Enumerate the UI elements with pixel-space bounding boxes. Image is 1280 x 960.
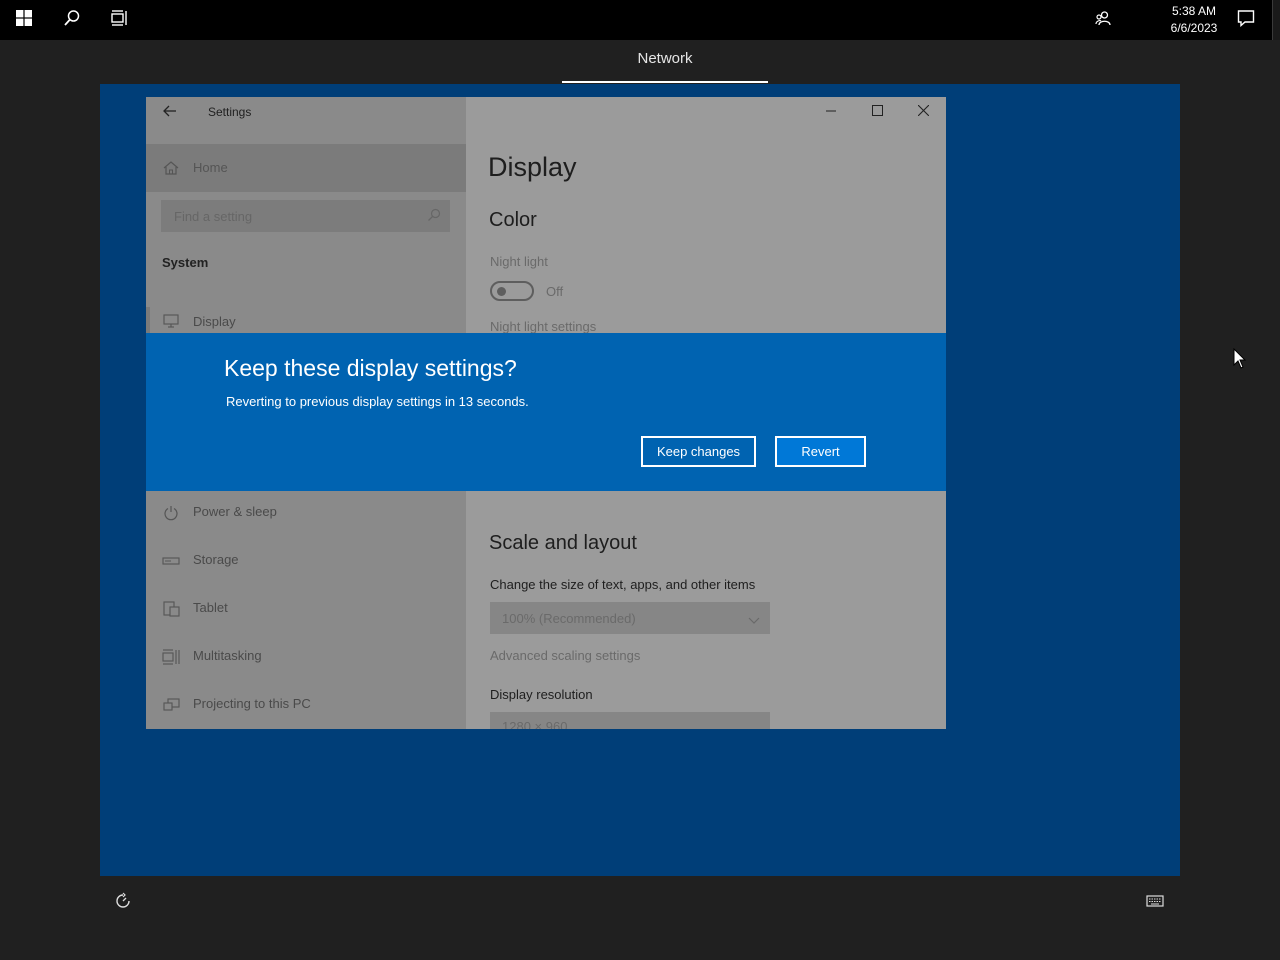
action-center-icon <box>1237 9 1255 32</box>
back-arrow-icon <box>163 104 177 122</box>
home-icon <box>163 161 179 180</box>
multitasking-icon <box>161 647 181 667</box>
minimize-button[interactable] <box>808 97 854 127</box>
selection-indicator <box>146 307 150 333</box>
start-button[interactable] <box>0 0 48 40</box>
search-icon <box>427 208 441 227</box>
task-view-icon <box>111 9 129 31</box>
ease-of-access-icon <box>114 892 132 914</box>
sidebar-item-label: Power & sleep <box>193 504 277 519</box>
back-button[interactable] <box>156 101 184 125</box>
sidebar-section-title: System <box>162 255 209 270</box>
resolution-label: Display resolution <box>490 687 593 702</box>
toggle-knob <box>497 287 506 296</box>
sidebar-item-label: Display <box>193 314 236 329</box>
night-light-settings-link[interactable]: Night light settings <box>490 319 596 333</box>
color-heading: Color <box>489 209 537 231</box>
clock-date: 6/6/2023 <box>1170 21 1218 35</box>
sidebar-item-multitasking[interactable]: Multitasking <box>146 633 466 681</box>
sidebar-item-home[interactable]: Home <box>146 144 466 192</box>
sidebar-item-tablet[interactable]: Tablet <box>146 585 466 633</box>
clock[interactable]: 5:38 AM 6/6/2023 <box>1158 3 1230 37</box>
search-button[interactable] <box>48 0 96 40</box>
keep-changes-button[interactable]: Keep changes <box>641 436 756 467</box>
sidebar-item-label: Projecting to this PC <box>193 696 311 711</box>
monitor-icon <box>161 311 181 331</box>
window-title: Settings <box>208 105 252 119</box>
projecting-icon <box>161 695 181 715</box>
maximize-icon <box>871 103 883 121</box>
task-view-button[interactable] <box>96 0 144 40</box>
page-title: Display <box>488 152 577 182</box>
revert-button[interactable]: Revert <box>775 436 866 467</box>
sidebar-item-label: Home <box>193 160 228 175</box>
action-center-button[interactable] <box>1222 0 1270 40</box>
ease-of-access-button[interactable] <box>114 892 134 912</box>
dialog-message: Reverting to previous display settings i… <box>226 394 529 409</box>
maximize-button[interactable] <box>854 97 900 127</box>
search-input[interactable]: Find a setting <box>161 200 450 232</box>
close-icon <box>917 103 929 121</box>
close-button[interactable] <box>900 97 946 127</box>
app-title-underline <box>562 81 768 83</box>
tablet-icon <box>161 599 181 619</box>
chevron-down-icon <box>748 612 760 630</box>
on-screen-keyboard-button[interactable] <box>1146 894 1166 908</box>
scale-label: Change the size of text, apps, and other… <box>490 577 756 592</box>
people-icon <box>1095 10 1111 31</box>
minimize-icon <box>826 103 836 121</box>
top-system-bar: 5:38 AM 6/6/2023 <box>0 0 1272 40</box>
mouse-cursor-icon <box>1233 347 1247 375</box>
advanced-scaling-link[interactable]: Advanced scaling settings <box>490 648 640 663</box>
keyboard-icon <box>1146 894 1164 911</box>
scrollbar-edge <box>1272 0 1280 40</box>
storage-icon <box>161 551 181 571</box>
windows-logo-icon <box>16 9 32 31</box>
app-title[interactable]: Network <box>562 50 768 67</box>
clock-time: 5:38 AM <box>1171 4 1217 18</box>
sidebar-item-label: Tablet <box>193 600 228 615</box>
resolution-value: 1280 × 960 <box>502 719 568 729</box>
sidebar-item-projecting[interactable]: Projecting to this PC <box>146 681 466 729</box>
people-button[interactable] <box>1079 0 1127 40</box>
search-placeholder: Find a setting <box>174 209 253 224</box>
keep-display-settings-dialog: Keep these display settings? Reverting t… <box>146 333 946 491</box>
dialog-title: Keep these display settings? <box>224 355 517 381</box>
sidebar-item-storage[interactable]: Storage <box>146 537 466 585</box>
sidebar-item-power-sleep[interactable]: Power & sleep <box>146 489 466 537</box>
scale-dropdown[interactable]: 100% (Recommended) <box>490 602 770 634</box>
scale-heading: Scale and layout <box>489 532 637 554</box>
night-light-label: Night light <box>490 254 548 269</box>
search-icon <box>63 9 81 32</box>
scale-value: 100% (Recommended) <box>502 611 636 626</box>
sidebar-item-label: Storage <box>193 552 239 567</box>
night-light-state: Off <box>546 284 564 299</box>
power-icon <box>161 503 181 523</box>
night-light-toggle[interactable] <box>490 281 534 301</box>
resolution-dropdown[interactable]: 1280 × 960 <box>490 712 770 729</box>
sidebar-item-label: Multitasking <box>193 648 262 663</box>
